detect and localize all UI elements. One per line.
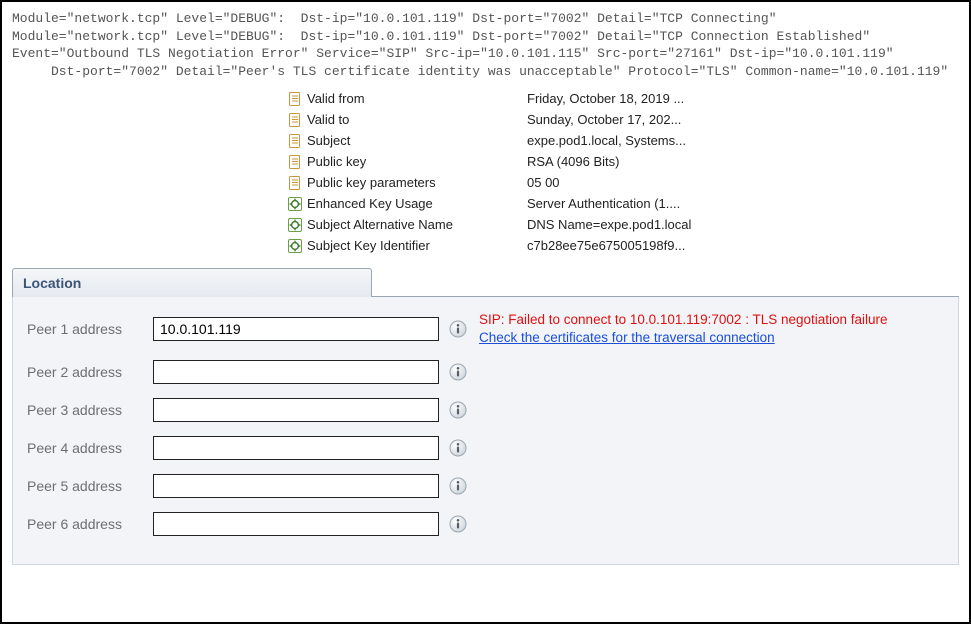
log-line: Module="network.tcp" Level="DEBUG": Dst-… <box>12 29 870 44</box>
error-text: SIP: Failed to connect to 10.0.101.119:7… <box>479 311 888 329</box>
cert-field-value: Server Authentication (1.... <box>527 196 680 211</box>
peer-label: Peer 4 address <box>27 440 153 456</box>
document-icon <box>287 112 303 128</box>
extension-icon <box>287 238 303 254</box>
peer-address-input[interactable] <box>153 398 439 422</box>
peer-address-input[interactable] <box>153 317 439 341</box>
section-header: Location <box>12 268 959 297</box>
peer-row: Peer 4 address <box>27 436 946 460</box>
cert-row: Valid from Friday, October 18, 2019 ... <box>287 88 959 109</box>
info-icon[interactable] <box>449 515 467 533</box>
peer-label: Peer 3 address <box>27 402 153 418</box>
cert-field-name: Public key <box>307 154 366 169</box>
error-link[interactable]: Check the certificates for the traversal… <box>479 329 888 347</box>
app-frame: Module="network.tcp" Level="DEBUG": Dst-… <box>0 0 971 624</box>
peer-row: Peer 3 address <box>27 398 946 422</box>
cert-field-name: Subject Key Identifier <box>307 238 430 253</box>
info-icon[interactable] <box>449 401 467 419</box>
cert-row: Enhanced Key Usage Server Authentication … <box>287 193 959 214</box>
peer-row: Peer 6 address <box>27 512 946 536</box>
cert-field-value: 05 00 <box>527 175 560 190</box>
document-icon <box>287 133 303 149</box>
peer-address-input[interactable] <box>153 474 439 498</box>
peer-row: Peer 1 address SIP: Failed to connect to … <box>27 311 946 346</box>
cert-field-value: Friday, October 18, 2019 ... <box>527 91 684 106</box>
peer-address-input[interactable] <box>153 436 439 460</box>
peer-address-input[interactable] <box>153 360 439 384</box>
extension-icon <box>287 196 303 212</box>
peer-label: Peer 6 address <box>27 516 153 532</box>
cert-field-name: Subject Alternative Name <box>307 217 453 232</box>
cert-row: Valid to Sunday, October 17, 202... <box>287 109 959 130</box>
cert-row: Subject Alternative Name DNS Name=expe.po… <box>287 214 959 235</box>
location-panel: Peer 1 address SIP: Failed to connect to … <box>12 297 959 565</box>
cert-row: Public key RSA (4096 Bits) <box>287 151 959 172</box>
log-line: Module="network.tcp" Level="DEBUG": Dst-… <box>12 11 777 26</box>
info-icon[interactable] <box>449 477 467 495</box>
cert-field-label: Subject <box>287 133 527 149</box>
cert-field-value: c7b28ee75e675005198f9... <box>527 238 685 253</box>
extension-icon <box>287 217 303 233</box>
tab-divider <box>372 296 959 297</box>
cert-row: Subject expe.pod1.local, Systems... <box>287 130 959 151</box>
info-icon[interactable] <box>449 439 467 457</box>
log-line: Dst-port="7002" Detail="Peer's TLS certi… <box>12 64 948 79</box>
peer-label: Peer 1 address <box>27 321 153 337</box>
certificate-details: Valid fromFriday, October 18, 2019 ...Va… <box>287 88 959 256</box>
peer-row: Peer 5 address <box>27 474 946 498</box>
cert-field-name: Enhanced Key Usage <box>307 196 433 211</box>
cert-field-label: Public key <box>287 154 527 170</box>
info-icon[interactable] <box>449 363 467 381</box>
cert-field-label: Valid from <box>287 91 527 107</box>
tab-location[interactable]: Location <box>12 268 372 297</box>
cert-row: Public key parameters 05 00 <box>287 172 959 193</box>
peer-error: SIP: Failed to connect to 10.0.101.119:7… <box>479 311 888 346</box>
cert-field-label: Enhanced Key Usage <box>287 196 527 212</box>
debug-log: Module="network.tcp" Level="DEBUG": Dst-… <box>12 10 959 80</box>
cert-field-name: Subject <box>307 133 350 148</box>
log-line: Event="Outbound TLS Negotiation Error" S… <box>12 46 894 61</box>
info-icon[interactable] <box>449 320 467 338</box>
cert-field-label: Valid to <box>287 112 527 128</box>
cert-field-label: Public key parameters <box>287 175 527 191</box>
cert-field-name: Valid to <box>307 112 349 127</box>
cert-field-value: RSA (4096 Bits) <box>527 154 620 169</box>
peer-label: Peer 5 address <box>27 478 153 494</box>
cert-field-name: Valid from <box>307 91 365 106</box>
peer-address-input[interactable] <box>153 512 439 536</box>
cert-row: Subject Key Identifier c7b28ee75e67500519… <box>287 235 959 256</box>
document-icon <box>287 175 303 191</box>
cert-field-name: Public key parameters <box>307 175 436 190</box>
document-icon <box>287 154 303 170</box>
cert-field-value: expe.pod1.local, Systems... <box>527 133 686 148</box>
peer-row: Peer 2 address <box>27 360 946 384</box>
cert-field-value: Sunday, October 17, 202... <box>527 112 681 127</box>
cert-field-value: DNS Name=expe.pod1.local <box>527 217 691 232</box>
peer-label: Peer 2 address <box>27 364 153 380</box>
document-icon <box>287 91 303 107</box>
cert-field-label: Subject Alternative Name <box>287 217 527 233</box>
cert-field-label: Subject Key Identifier <box>287 238 527 254</box>
